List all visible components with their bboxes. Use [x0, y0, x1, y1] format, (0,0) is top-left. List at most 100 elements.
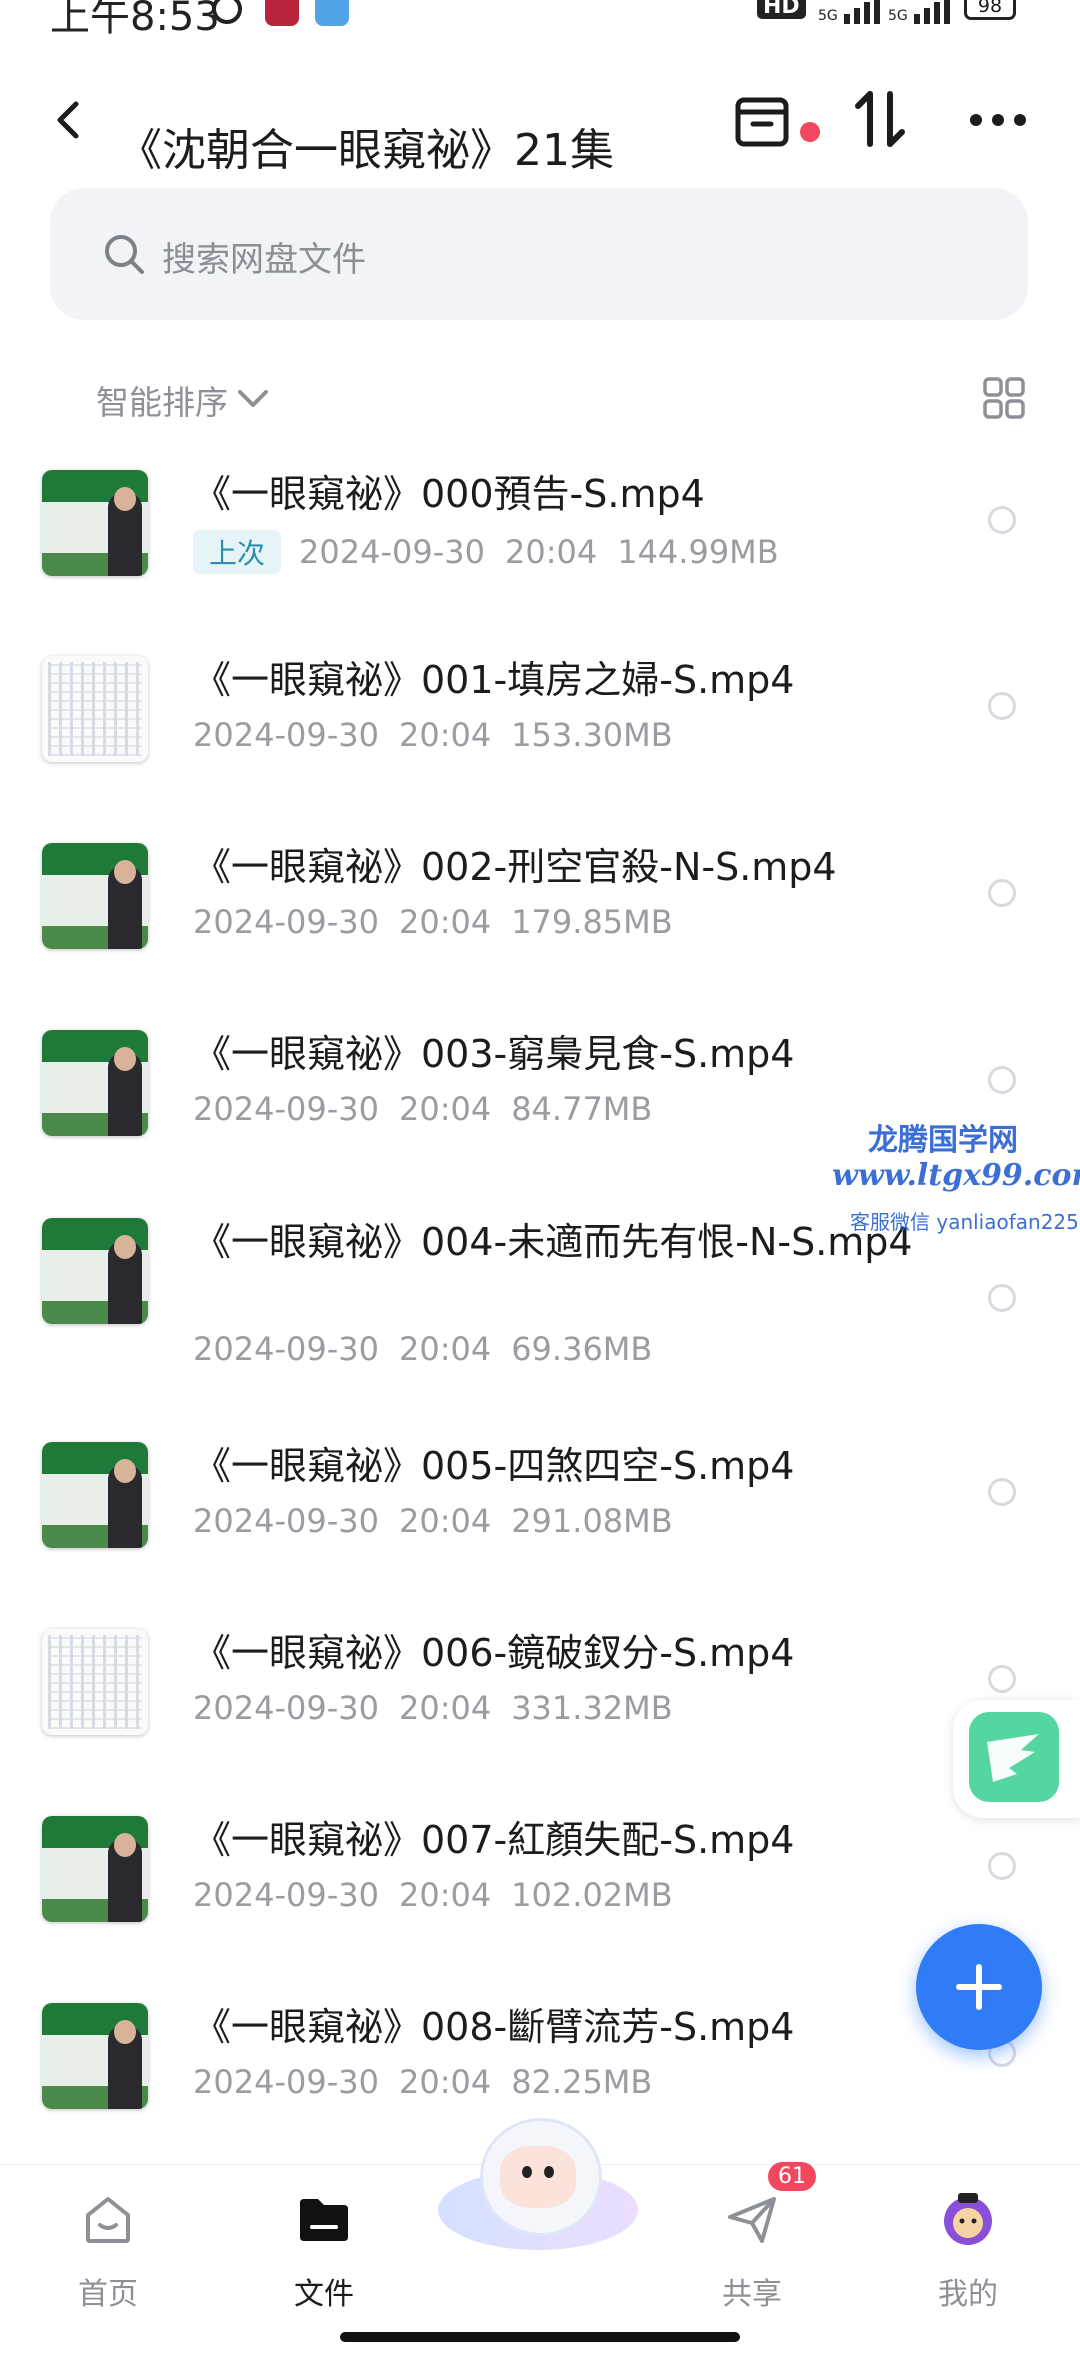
thumbnail-presenter-face — [114, 1234, 136, 1259]
file-date: 2024-09-30 — [193, 716, 379, 754]
file-size: 69.36MB — [511, 1330, 653, 1368]
header-bar: 《沈朝合一眼窺祕》21集 — [0, 60, 1080, 180]
home-icon — [86, 2197, 130, 2243]
page-title: 《沈朝合一眼窺祕》21集 — [118, 125, 614, 176]
file-size: 153.30MB — [511, 716, 673, 754]
video-thumbnail — [42, 656, 148, 762]
file-date: 2024-09-30 — [299, 533, 485, 571]
wing-app-icon — [969, 1712, 1059, 1802]
file-meta: 2024-09-30 20:04 331.32MB — [193, 1689, 673, 1727]
select-checkbox[interactable] — [988, 1066, 1016, 1094]
video-thumbnail — [42, 843, 148, 949]
file-name: 《一眼窺祕》007-紅顏失配-S.mp4 — [193, 1818, 795, 1862]
file-meta: 2024-09-30 20:04 84.77MB — [193, 1090, 652, 1128]
file-time: 20:04 — [398, 1502, 492, 1540]
file-meta: 2024-09-30 20:04 82.25MB — [193, 2063, 652, 2101]
status-bar: 上午8:53 HD 5G 5G 98 — [0, 0, 1080, 40]
file-date: 2024-09-30 — [193, 1090, 379, 1128]
watermark-url: www.ltgx99.com — [832, 1158, 1080, 1193]
file-name: 《一眼窺祕》000預告-S.mp4 — [193, 472, 705, 516]
video-thumbnail — [42, 1442, 148, 1548]
folder-icon — [300, 2199, 348, 2241]
signal-bars-icon-2 — [914, 0, 951, 24]
home-indicator[interactable] — [340, 2332, 740, 2342]
file-size: 291.08MB — [511, 1502, 673, 1540]
file-date: 2024-09-30 — [193, 2063, 379, 2101]
signal-icon-2: 5G — [888, 0, 952, 24]
file-time: 20:04 — [398, 1689, 492, 1727]
select-checkbox[interactable] — [988, 692, 1016, 720]
search-input[interactable]: 搜索网盘文件 — [50, 188, 1028, 320]
more-options-icon[interactable] — [968, 112, 1028, 128]
battery-icon: 98 — [964, 0, 1016, 20]
file-time: 20:04 — [398, 2063, 492, 2101]
back-arrow-icon[interactable] — [52, 100, 86, 140]
file-time: 20:04 — [398, 1090, 492, 1128]
chevron-down-icon[interactable] — [236, 386, 270, 410]
video-thumbnail — [42, 470, 148, 576]
file-size: 331.32MB — [511, 1689, 673, 1727]
file-name: 《一眼窺祕》005-四煞四空-S.mp4 — [193, 1444, 795, 1488]
file-meta: 2024-09-30 20:04 69.36MB — [193, 1330, 652, 1368]
select-checkbox[interactable] — [988, 1665, 1016, 1693]
thumbnail-presenter-face — [114, 859, 136, 884]
file-name: 《一眼窺祕》006-鏡破釵分-S.mp4 — [193, 1631, 795, 1675]
sort-row: 智能排序 — [0, 368, 1080, 428]
file-date: 2024-09-30 — [193, 903, 379, 941]
ai-assistant-mascot-button[interactable] — [438, 2110, 638, 2270]
file-size: 179.85MB — [511, 903, 673, 941]
share-icon — [728, 2197, 776, 2243]
smart-sort-dropdown[interactable]: 智能排序 — [96, 376, 228, 424]
thumbnail-presenter-face — [114, 1458, 136, 1483]
file-time: 20:04 — [504, 533, 598, 571]
file-meta: 上次 2024-09-30 20:04 144.99MB — [193, 530, 779, 574]
grid-view-icon[interactable] — [982, 376, 1026, 420]
plus-icon-vertical — [976, 1964, 982, 2010]
watermark-title: 龙腾国学网 — [868, 1123, 1018, 1158]
file-time: 20:04 — [398, 903, 492, 941]
video-thumbnail — [42, 2003, 148, 2109]
add-button[interactable] — [916, 1924, 1042, 2050]
select-checkbox[interactable] — [988, 506, 1016, 534]
thumbnail-presenter-face — [114, 1832, 136, 1857]
file-size: 82.25MB — [511, 2063, 653, 2101]
select-checkbox[interactable] — [988, 1284, 1016, 1312]
archive-icon[interactable] — [733, 90, 791, 148]
file-size: 144.99MB — [617, 533, 779, 571]
wing-icon — [987, 1734, 1039, 1782]
file-name: 《一眼窺祕》004-未適而先有恨-N-S.mp4 — [193, 1220, 913, 1264]
video-thumbnail — [42, 1218, 148, 1324]
alarm-icon — [212, 0, 242, 24]
last-viewed-badge: 上次 — [193, 530, 282, 574]
network-label: 5G — [818, 8, 838, 24]
file-name: 《一眼窺祕》002-刑空官殺-N-S.mp4 — [193, 845, 837, 889]
file-name: 《一眼窺祕》003-窮梟見食-S.mp4 — [193, 1032, 795, 1076]
file-time: 20:04 — [398, 1876, 492, 1914]
file-name: 《一眼窺祕》001-填房之婦-S.mp4 — [193, 658, 795, 702]
file-date: 2024-09-30 — [193, 1330, 379, 1368]
file-meta: 2024-09-30 20:04 179.85MB — [193, 903, 673, 941]
search-icon — [105, 235, 144, 274]
floating-app-shortcut[interactable] — [953, 1700, 1080, 1818]
mascot-eye-right — [544, 2166, 554, 2178]
signal-icon: 5G — [818, 0, 882, 24]
signal-bars-icon — [844, 0, 881, 24]
search-placeholder: 搜索网盘文件 — [162, 240, 366, 280]
video-thumbnail — [42, 1030, 148, 1136]
profile-avatar — [944, 2193, 992, 2245]
file-date: 2024-09-30 — [193, 1689, 379, 1727]
file-date: 2024-09-30 — [193, 1502, 379, 1540]
tiktok-notification-icon — [265, 0, 299, 26]
file-meta: 2024-09-30 20:04 153.30MB — [193, 716, 673, 754]
file-meta: 2024-09-30 20:04 291.08MB — [193, 1502, 673, 1540]
select-checkbox[interactable] — [988, 1852, 1016, 1880]
file-time: 20:04 — [398, 1330, 492, 1368]
thumbnail-presenter-face — [114, 486, 136, 511]
file-size: 102.02MB — [511, 1876, 673, 1914]
sort-icon[interactable] — [852, 88, 908, 150]
video-thumbnail — [42, 1629, 148, 1735]
select-checkbox[interactable] — [988, 879, 1016, 907]
watermark-contact: 客服微信 yanliaofan225 — [850, 1210, 1079, 1234]
select-checkbox[interactable] — [988, 1478, 1016, 1506]
share-count-badge: 61 — [768, 2162, 816, 2191]
